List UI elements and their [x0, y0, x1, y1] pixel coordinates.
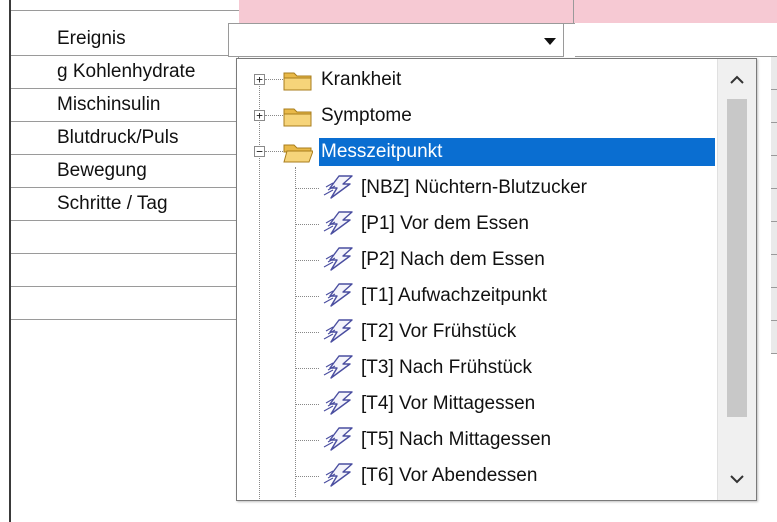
chevron-down-icon[interactable]	[718, 462, 756, 496]
grid-row-empty[interactable]	[11, 287, 239, 320]
tree-item-label: [NBZ] Nüchtern-Blutzucker	[361, 177, 587, 198]
grid-header-separator	[573, 0, 574, 23]
chevron-up-icon[interactable]	[718, 63, 756, 97]
ereignis-dropdown[interactable]	[228, 23, 564, 57]
tree-item[interactable]: [T5] Nach Mittagessen	[237, 425, 717, 455]
bolt-icon	[323, 427, 353, 451]
tree-folder-messzeitpunkt[interactable]: − Messzeitpunkt	[237, 137, 717, 167]
grid-row-empty[interactable]	[11, 221, 239, 254]
bolt-icon	[323, 319, 353, 343]
row-label: Mischinsulin	[57, 94, 161, 115]
bolt-icon	[323, 211, 353, 235]
tree-item-label: [T6] Vor Abendessen	[361, 465, 538, 486]
chevron-down-icon[interactable]	[541, 32, 559, 50]
folder-icon	[283, 72, 312, 91]
bolt-icon	[323, 283, 353, 307]
tree-item[interactable]: [T6] Vor Abendessen	[237, 461, 717, 491]
row-label: Ereignis	[57, 28, 126, 49]
tree-folder-krankheit[interactable]: + Krankheit	[237, 65, 717, 95]
tree-item-label: [P1] Vor dem Essen	[361, 213, 529, 234]
tree-item-label: [T3] Nach Frühstück	[361, 357, 533, 378]
grid-row-empty[interactable]	[11, 254, 239, 287]
expand-icon[interactable]: +	[254, 110, 265, 121]
tree-item[interactable]: [NBZ] Nüchtern-Blutzucker	[237, 173, 717, 203]
open-folder-icon	[283, 144, 313, 163]
tree-item[interactable]: [P1] Vor dem Essen	[237, 209, 717, 239]
tree-item[interactable]: [T3] Nach Frühstück	[237, 353, 717, 383]
vertical-scrollbar[interactable]	[717, 59, 756, 500]
tree-item-label: [T4] Vor Mittagessen	[361, 393, 536, 414]
grid-row-bewegung[interactable]: Bewegung	[11, 155, 239, 188]
folder-icon	[283, 108, 312, 127]
bolt-icon	[323, 175, 353, 199]
tree-folder-label: Symptome	[321, 105, 412, 126]
tree-item-label: [T5] Nach Mittagessen	[361, 429, 552, 450]
grid-row-kohlenhydrate[interactable]: g Kohlenhydrate	[11, 56, 239, 89]
collapse-icon[interactable]: −	[254, 146, 265, 157]
grid-row-blutdruck[interactable]: Blutdruck/Puls	[11, 122, 239, 155]
tree-item[interactable]: [T1] Aufwachzeitpunkt	[237, 281, 717, 311]
tree-popup: + Krankheit + Symptome − Messzeitpunkt […	[236, 58, 757, 501]
bolt-icon	[323, 355, 353, 379]
row-label: Schritte / Tag	[57, 193, 168, 214]
grid-row-schritte[interactable]: Schritte / Tag	[11, 188, 239, 221]
grid-row-mischinsulin[interactable]: Mischinsulin	[11, 89, 239, 122]
tree-item-label: [P2] Nach dem Essen	[361, 249, 545, 270]
bolt-icon	[323, 247, 353, 271]
row-label: Blutdruck/Puls	[57, 127, 179, 148]
grid-cell-right[interactable]	[575, 23, 777, 57]
row-label: g Kohlenhydrate	[57, 61, 196, 82]
grid-right-edge-cells	[771, 57, 777, 357]
row-label: Bewegung	[57, 160, 147, 181]
grid-header-band	[239, 0, 777, 24]
tree-folder-label-selected: Messzeitpunkt	[319, 138, 715, 166]
scrollbar-thumb[interactable]	[727, 99, 747, 417]
tree-item-label: [T1] Aufwachzeitpunkt	[361, 285, 547, 306]
bolt-icon	[323, 391, 353, 415]
bolt-icon	[323, 463, 353, 487]
tree-folder-symptome[interactable]: + Symptome	[237, 101, 717, 131]
tree-item[interactable]: [T4] Vor Mittagessen	[237, 389, 717, 419]
expand-icon[interactable]: +	[254, 74, 265, 85]
grid-row-ereignis[interactable]: Ereignis	[11, 23, 239, 56]
tree-item[interactable]: [T2] Vor Frühstück	[237, 317, 717, 347]
tree-item-label: [T2] Vor Frühstück	[361, 321, 517, 342]
tree-item[interactable]: [P2] Nach dem Essen	[237, 245, 717, 275]
tree-folder-label: Krankheit	[321, 69, 402, 90]
